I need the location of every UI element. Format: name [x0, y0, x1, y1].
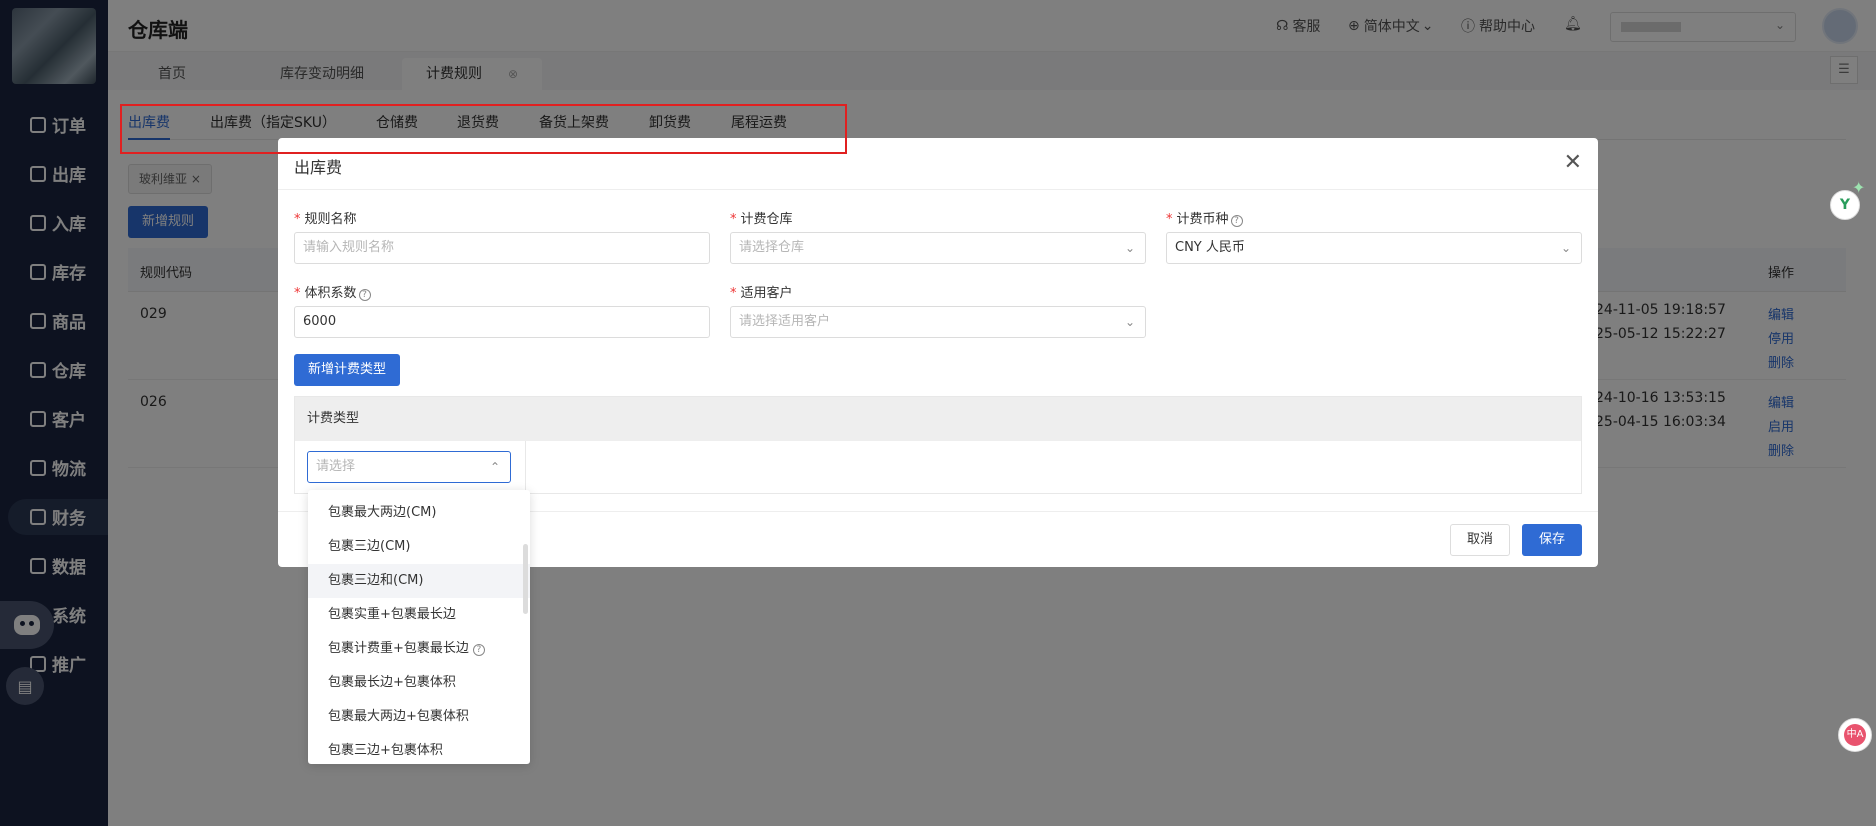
billing-type-dropdown: 包裹最大两边(CM) 包裹三边(CM) 包裹三边和(CM) 包裹实重+包裹最长边…	[308, 490, 530, 764]
dropdown-option[interactable]: 包裹三边(CM)	[308, 530, 530, 564]
rule-name-field: * 规则名称 请输入规则名称	[294, 208, 710, 264]
volume-factor-label: 体积系数	[304, 286, 357, 301]
dropdown-option[interactable]: 包裹实重+包裹最长边	[308, 598, 530, 632]
rule-name-label: 规则名称	[304, 212, 357, 227]
currency-select[interactable]: CNY 人民币 ⌄	[1166, 232, 1582, 264]
currency-label: 计费币种	[1176, 212, 1229, 227]
dropdown-option[interactable]: 包裹计费重+包裹最长边?	[308, 632, 530, 666]
customer-select[interactable]: 请选择适用客户 ⌄	[730, 306, 1146, 338]
rule-name-input[interactable]: 请输入规则名称	[294, 232, 710, 264]
customer-label: 适用客户	[740, 286, 793, 301]
chevron-down-icon: ⌄	[1124, 241, 1135, 255]
help-icon[interactable]: ?	[472, 644, 485, 656]
help-icon[interactable]: ?	[358, 289, 371, 301]
translate-icon[interactable]: 中A	[1838, 718, 1872, 752]
billing-type-select[interactable]: 请选择 ⌃	[307, 451, 511, 483]
chevron-up-icon: ⌃	[489, 460, 500, 474]
highlight-box	[120, 104, 847, 154]
dialog-title: 出库费	[294, 158, 343, 177]
add-billing-type-button[interactable]: 新增计费类型	[294, 354, 401, 386]
customer-field: * 适用客户 请选择适用客户 ⌄	[730, 282, 1146, 338]
billing-type-table: 计费类型 请选择 ⌃	[294, 396, 1582, 494]
chevron-down-icon: ⌄	[1124, 315, 1135, 329]
save-button[interactable]: 保存	[1522, 524, 1582, 556]
help-icon[interactable]: ?	[1230, 215, 1243, 227]
dropdown-option[interactable]: 包裹三边和(CM)	[308, 564, 530, 598]
close-icon[interactable]: ✕	[1564, 150, 1582, 175]
dropdown-option[interactable]: 包裹最大两边(CM)	[308, 496, 530, 530]
dropdown-option[interactable]: 包裹最长边+包裹体积	[308, 666, 530, 700]
dropdown-scrollbar[interactable]	[523, 544, 528, 614]
dropdown-option[interactable]: 包裹最大两边+包裹体积	[308, 700, 530, 734]
warehouse-label: 计费仓库	[740, 212, 793, 227]
sparkle-icon: ✦	[1852, 178, 1866, 197]
volume-factor-field: * 体积系数? 6000	[294, 282, 710, 338]
divider	[525, 441, 526, 493]
volume-factor-input[interactable]: 6000	[294, 306, 710, 338]
dropdown-option[interactable]: 包裹三边+包裹体积	[308, 734, 530, 764]
warehouse-field: * 计费仓库 请选择仓库 ⌄	[730, 208, 1146, 264]
billing-type-header: 计费类型	[295, 397, 1581, 441]
currency-field: * 计费币种? CNY 人民币 ⌄	[1166, 208, 1582, 264]
warehouse-select[interactable]: 请选择仓库 ⌄	[730, 232, 1146, 264]
chevron-down-icon: ⌄	[1560, 241, 1571, 255]
cancel-button[interactable]: 取消	[1450, 524, 1510, 556]
